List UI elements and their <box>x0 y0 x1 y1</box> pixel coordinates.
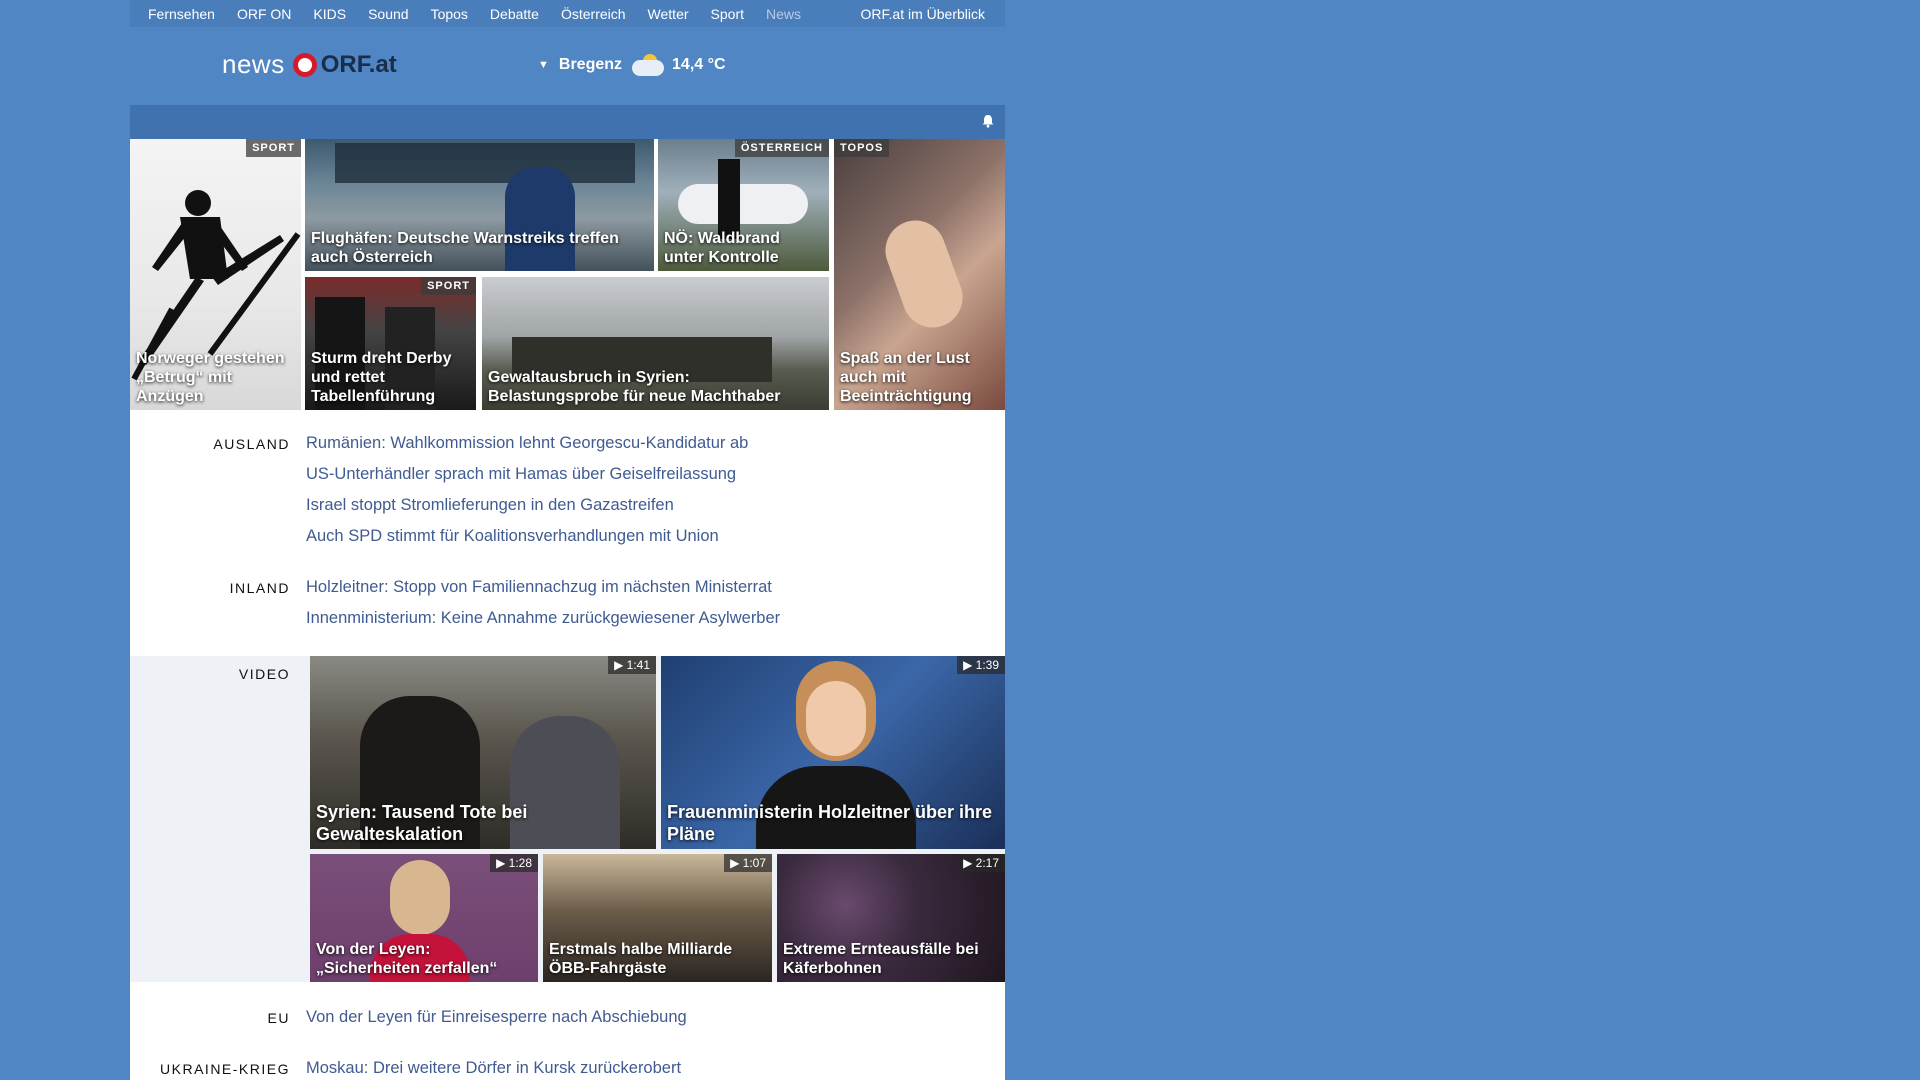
weather-temperature: 14,4 °C <box>672 56 726 73</box>
video-duration: ▶ 2:17 <box>957 854 1005 872</box>
video-tile[interactable]: ▶ 2:17 Extreme Ernteausfälle bei Käferbo… <box>777 854 1005 982</box>
orf-ring-icon <box>292 52 317 77</box>
site-header: news ORF.at ▼ Bregenz 14,4 °C <box>130 27 1005 105</box>
section-label-ausland: AUSLAND <box>213 436 290 452</box>
nav-kids[interactable]: KIDS <box>302 6 357 22</box>
nav-topos[interactable]: Topos <box>420 6 479 22</box>
category-tag: TOPOS <box>834 139 890 157</box>
nav-wetter[interactable]: Wetter <box>637 6 700 22</box>
location-dropdown-icon[interactable]: ▼ <box>538 59 549 71</box>
teaser-tile[interactable]: Gewaltausbruch in Syrien: Belastungsprob… <box>482 277 829 410</box>
sub-bar <box>130 105 1005 139</box>
section-label-ukraine: UKRAINE-KRIEG <box>160 1061 290 1077</box>
section-label-inland: INLAND <box>229 580 290 596</box>
video-caption: Extreme Ernteausfälle bei Käferbohnen <box>783 941 979 977</box>
weather-widget: ▼ Bregenz 14,4 °C <box>538 54 726 76</box>
teaser-caption: NÖ: Waldbrand unter Kontrolle <box>664 230 780 266</box>
news-link[interactable]: Von der Leyen für Einreisesperre nach Ab… <box>306 1008 687 1027</box>
nav-oesterreich[interactable]: Österreich <box>550 6 637 22</box>
video-section: VIDEO ▶ 1:41 Syrien: Tausend Tote bei Ge… <box>130 656 1005 982</box>
category-tag: ÖSTERREICH <box>734 139 829 157</box>
video-tile[interactable]: ▶ 1:28 Von der Leyen: „Sicherheiten zerf… <box>310 854 538 982</box>
nav-sound[interactable]: Sound <box>357 6 419 22</box>
video-caption: Erstmals halbe Milliarde ÖBB-Fahrgäste <box>549 941 733 977</box>
news-link[interactable]: US-Unterhändler sprach mit Hamas über Ge… <box>306 465 736 484</box>
video-caption: Frauenministerin Holzleitner über ihre P… <box>667 802 993 844</box>
partly-cloudy-icon <box>632 54 665 76</box>
news-link[interactable]: Rumänien: Wahlkommission lehnt Georgescu… <box>306 434 748 453</box>
news-link[interactable]: Auch SPD stimmt für Koalitionsverhandlun… <box>306 527 719 546</box>
nav-overview-link[interactable]: ORF.at im Überblick <box>861 6 1005 22</box>
video-tile[interactable]: ▶ 1:07 Erstmals halbe Milliarde ÖBB-Fahr… <box>543 854 772 982</box>
nav-orf-on[interactable]: ORF ON <box>226 6 302 22</box>
teaser-caption: Gewaltausbruch in Syrien: Belastungsprob… <box>488 369 781 405</box>
teaser-caption: Norweger gestehen „Betrug“ mit Anzügen <box>136 350 285 405</box>
teaser-caption: Sturm dreht Derby und rettet Tabellenfüh… <box>311 350 452 405</box>
teaser-tile[interactable]: SPORT Norweger gestehen „Betrug“ mit Anz… <box>130 139 301 410</box>
teaser-caption: Flughäfen: Deutsche Warnstreiks treffen … <box>311 230 619 266</box>
teaser-tile[interactable]: Flughäfen: Deutsche Warnstreiks treffen … <box>305 139 654 271</box>
orf-top-nav: Fernsehen ORF ON KIDS Sound Topos Debatt… <box>130 0 1005 27</box>
news-orf-logo[interactable]: news ORF.at <box>222 49 397 80</box>
teaser-tile[interactable]: ÖSTERREICH NÖ: Waldbrand unter Kontrolle <box>658 139 829 271</box>
video-caption: Syrien: Tausend Tote bei Gewalteskalatio… <box>316 802 528 844</box>
video-duration: ▶ 1:28 <box>490 854 538 872</box>
video-duration: ▶ 1:41 <box>608 656 656 674</box>
video-duration: ▶ 1:07 <box>724 854 772 872</box>
video-caption: Von der Leyen: „Sicherheiten zerfallen“ <box>316 941 498 977</box>
teaser-tile[interactable]: SPORT Sturm dreht Derby und rettet Tabel… <box>305 277 476 410</box>
category-tag: SPORT <box>421 277 476 295</box>
main-content: SPORT Norweger gestehen „Betrug“ mit Anz… <box>130 139 1005 1080</box>
teaser-caption: Spaß an der Lust auch mit Beeinträchtigu… <box>840 350 972 405</box>
logo-orf-text: ORF.at <box>320 50 397 78</box>
news-link[interactable]: Moskau: Drei weitere Dörfer in Kursk zur… <box>306 1059 681 1078</box>
section-label-video: VIDEO <box>238 666 290 682</box>
section-label-eu: EU <box>267 1010 290 1026</box>
logo-news-text: news <box>222 49 285 79</box>
video-duration: ▶ 1:39 <box>957 656 1005 674</box>
nav-fernsehen[interactable]: Fernsehen <box>130 6 226 22</box>
news-link[interactable]: Israel stoppt Stromlieferungen in den Ga… <box>306 496 674 515</box>
nav-sport[interactable]: Sport <box>700 6 755 22</box>
bell-icon[interactable] <box>981 114 995 128</box>
news-link[interactable]: Innenministerium: Keine Annahme zurückge… <box>306 609 780 628</box>
category-tag: SPORT <box>246 139 301 157</box>
nav-debatte[interactable]: Debatte <box>479 6 550 22</box>
video-tile[interactable]: ▶ 1:39 Frauenministerin Holzleitner über… <box>661 656 1005 849</box>
page-frame: Fernsehen ORF ON KIDS Sound Topos Debatt… <box>130 0 1005 1080</box>
teaser-tile[interactable]: TOPOS Spaß an der Lust auch mit Beeinträ… <box>834 139 1005 410</box>
weather-city[interactable]: Bregenz <box>559 56 622 74</box>
news-link[interactable]: Holzleitner: Stopp von Familiennachzug i… <box>306 578 772 597</box>
nav-news[interactable]: News <box>755 6 812 22</box>
video-tile[interactable]: ▶ 1:41 Syrien: Tausend Tote bei Gewaltes… <box>310 656 656 849</box>
